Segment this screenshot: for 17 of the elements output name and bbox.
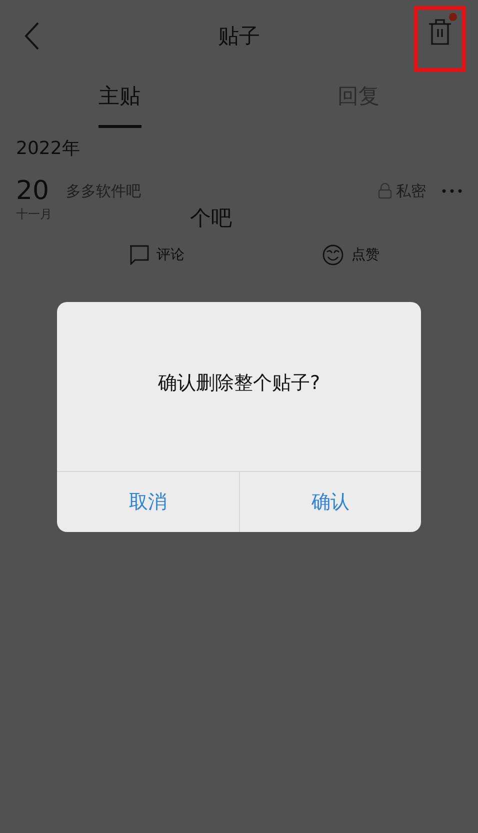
- trash-icon: [427, 17, 453, 47]
- day-number: 20: [16, 176, 50, 206]
- more-icon[interactable]: [442, 189, 462, 193]
- dialog-button[interactable]: 取消: [57, 472, 238, 532]
- post-content: 个吧: [189, 205, 233, 232]
- lock-icon: [378, 183, 392, 199]
- like-button[interactable]: 点赞: [322, 244, 380, 266]
- delete-button[interactable]: [414, 6, 466, 72]
- year-label: 2022年: [15, 137, 81, 161]
- tab[interactable]: 主贴: [0, 62, 239, 128]
- comment-icon: [128, 245, 148, 265]
- face-icon: [322, 244, 344, 266]
- dialog-message: 确认删除整个贴子?: [156, 370, 322, 396]
- comment-button[interactable]: 评论: [128, 244, 184, 266]
- page-title: 贴子: [218, 23, 260, 50]
- back-icon[interactable]: [24, 22, 40, 50]
- dialog-button[interactable]: 确认: [238, 472, 421, 532]
